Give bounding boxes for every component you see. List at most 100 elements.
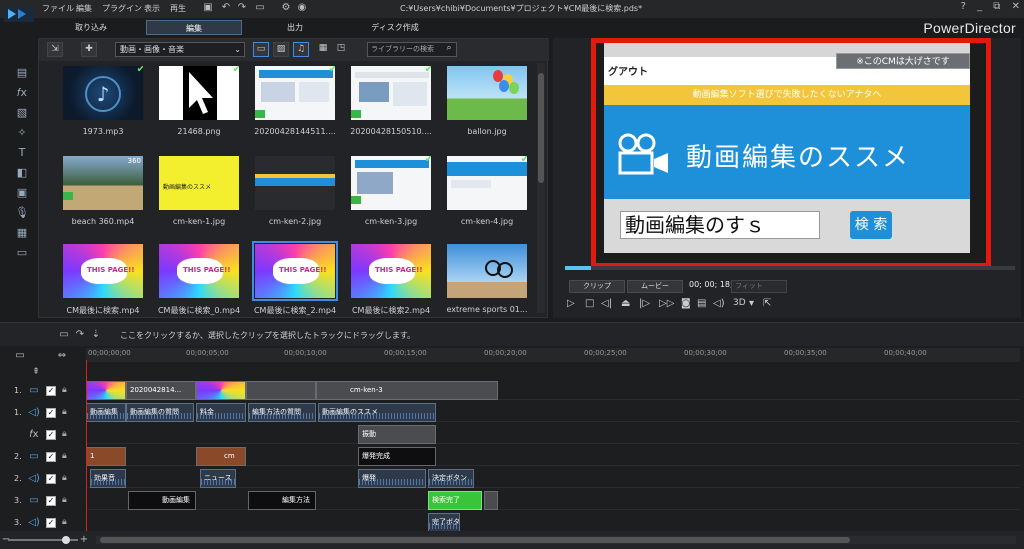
media-filter-select[interactable]: 動画・画像・音楽 ⌄: [115, 42, 245, 57]
menu-view[interactable]: 表示: [144, 3, 160, 14]
timeline-clip[interactable]: 料金: [196, 403, 246, 422]
track-enable-checkbox[interactable]: ✓: [46, 430, 56, 440]
timeline-zoom-slider[interactable]: [8, 536, 78, 544]
fit-timeline-icon[interactable]: ⇣: [90, 329, 102, 341]
grid-view-icon[interactable]: ▦: [315, 42, 331, 57]
previous-frame-icon[interactable]: ◁|: [601, 298, 612, 309]
media-item[interactable]: 360 beach 360.mp4: [55, 155, 151, 226]
clip-mode-button[interactable]: クリップ: [569, 280, 625, 293]
media-item[interactable]: extreme sports 01...: [439, 243, 535, 314]
settings-icon[interactable]: ⚙: [280, 2, 292, 14]
tab-disc[interactable]: ディスク作成: [350, 20, 440, 35]
media-item[interactable]: THIS PAGE!! CM最後に検索.mp4: [55, 243, 151, 316]
aspect-ratio-icon[interactable]: ▭: [254, 2, 266, 14]
snapshot-icon[interactable]: ◙: [681, 298, 691, 309]
timeline-clip[interactable]: 爆発: [358, 469, 426, 488]
playback-progress[interactable]: [565, 266, 1015, 270]
lock-icon[interactable]: 🔒︎: [62, 517, 67, 527]
track-view-icon[interactable]: ▭: [14, 350, 26, 362]
insert-arrow-icon[interactable]: ↷: [74, 329, 86, 341]
zoom-slider-knob[interactable]: [62, 536, 70, 544]
track-enable-checkbox[interactable]: ✓: [46, 474, 56, 484]
transition-room-icon[interactable]: ◧: [14, 166, 30, 180]
timeline-clip[interactable]: ニュース: [200, 469, 236, 488]
video-filter-icon[interactable]: ▭: [253, 42, 269, 57]
title-room-icon[interactable]: T: [14, 146, 30, 160]
image-filter-icon[interactable]: ▨: [273, 42, 289, 57]
music-filter-icon[interactable]: ♫: [293, 42, 309, 57]
timeline-clip[interactable]: 1: [86, 447, 126, 466]
media-item[interactable]: cm-ken-2.jpg: [247, 155, 343, 226]
playhead[interactable]: [86, 360, 87, 540]
scrollbar-thumb[interactable]: [538, 73, 544, 183]
media-item[interactable]: ♪ ✔ 1973.mp3: [55, 65, 151, 136]
account-icon[interactable]: ◉: [296, 2, 308, 14]
tab-produce[interactable]: 出力: [250, 20, 340, 35]
lock-icon[interactable]: 🔒︎: [62, 451, 67, 461]
particle-room-icon[interactable]: ✧: [14, 126, 30, 140]
plugin-icon[interactable]: ✚: [81, 42, 97, 57]
media-item[interactable]: ✔ cm-ken-3.jpg: [343, 155, 439, 226]
lock-icon[interactable]: 🔒︎: [62, 385, 67, 395]
save-icon[interactable]: ▣: [202, 2, 214, 14]
media-item[interactable]: THIS PAGE!! CM最後に検索2.mp4: [343, 243, 439, 316]
timeline-scrollbar[interactable]: [96, 536, 1016, 544]
lock-icon[interactable]: 🔒︎: [62, 473, 67, 483]
timeline-clip[interactable]: cm-ken-3: [316, 381, 498, 400]
import-icon[interactable]: ⇲: [47, 42, 63, 57]
voiceover-icon[interactable]: 🎙: [14, 206, 30, 220]
tab-edit[interactable]: 編集: [146, 20, 242, 35]
timeline-clip[interactable]: 動画編集: [86, 403, 126, 422]
minimize-icon[interactable]: _: [977, 1, 982, 12]
undock-icon[interactable]: ⇱: [763, 298, 771, 309]
restore-icon[interactable]: ⧉: [993, 1, 1000, 12]
play-icon[interactable]: ▷: [567, 298, 575, 309]
track-enable-checkbox[interactable]: ✓: [46, 518, 56, 528]
timeline-clip[interactable]: [484, 491, 498, 510]
undo-icon[interactable]: ↶: [220, 2, 232, 14]
lock-icon[interactable]: 🔒︎: [62, 495, 67, 505]
track-manager-icon[interactable]: ▭: [58, 329, 70, 341]
movie-mode-button[interactable]: ムービー: [627, 280, 683, 293]
track-enable-checkbox[interactable]: ✓: [46, 408, 56, 418]
help-icon[interactable]: ?: [961, 1, 966, 12]
pip-room-icon[interactable]: ▧: [14, 106, 30, 120]
media-item[interactable]: ✔ 20200428144511....: [247, 65, 343, 136]
chapter-room-icon[interactable]: ▦: [14, 226, 30, 240]
audio-mixing-icon[interactable]: ▣: [14, 186, 30, 200]
timeline-clip[interactable]: 爆発完成: [358, 447, 436, 466]
media-item[interactable]: 動画編集のススメ cm-ken-1.jpg: [151, 155, 247, 226]
timeline-clip[interactable]: 編集方法: [248, 491, 316, 510]
timeline-clip[interactable]: 効果音: [90, 469, 126, 488]
split-icon[interactable]: ⏏: [621, 298, 630, 309]
media-item[interactable]: ✔ cm-ken-4.jpg: [439, 155, 535, 226]
subtitle-icon[interactable]: ▤: [697, 298, 706, 309]
library-scrollbar[interactable]: [537, 63, 545, 313]
track-enable-checkbox[interactable]: ✓: [46, 386, 56, 396]
timeline-clip[interactable]: [196, 381, 246, 400]
next-frame-icon[interactable]: |▷: [639, 298, 650, 309]
media-item[interactable]: THIS PAGE!! CM最後に検索_0.mp4: [151, 243, 247, 316]
scrollbar-thumb[interactable]: [100, 537, 850, 543]
track-enable-checkbox[interactable]: ✓: [46, 496, 56, 506]
timeline-clip[interactable]: [86, 381, 126, 400]
menu-file[interactable]: ファイル: [42, 3, 74, 14]
zoom-fit-select[interactable]: フィット: [731, 280, 787, 293]
volume-icon[interactable]: ◁): [713, 298, 725, 309]
zoom-fit-icon[interactable]: ⇔: [56, 350, 68, 362]
timeline-clip[interactable]: 振動: [358, 425, 436, 444]
timeline-ruler[interactable]: 00;00;00;00 00;00;05;00 00;00;10;00 00;0…: [86, 348, 1020, 362]
timeline-clip[interactable]: [246, 381, 316, 400]
zoom-in-icon[interactable]: +: [78, 534, 90, 546]
timeline-clip[interactable]: cm: [196, 447, 246, 466]
stop-icon[interactable]: □: [585, 298, 594, 309]
timeline-clip[interactable]: 動画編集のススメ: [318, 403, 436, 422]
media-item[interactable]: ballon.jpg: [439, 65, 535, 136]
fast-forward-icon[interactable]: ▷▷: [659, 298, 674, 309]
search-icon[interactable]: ⌕: [441, 42, 457, 57]
media-item[interactable]: ✔ 20200428150510....: [343, 65, 439, 136]
thumbnail-size-icon[interactable]: ◳: [333, 42, 349, 57]
timeline-clip[interactable]: 決定ボタン: [428, 469, 474, 488]
media-item-selected[interactable]: THIS PAGE!! CM最後に検索_2.mp4: [247, 241, 343, 316]
tab-capture[interactable]: 取り込み: [46, 20, 136, 35]
